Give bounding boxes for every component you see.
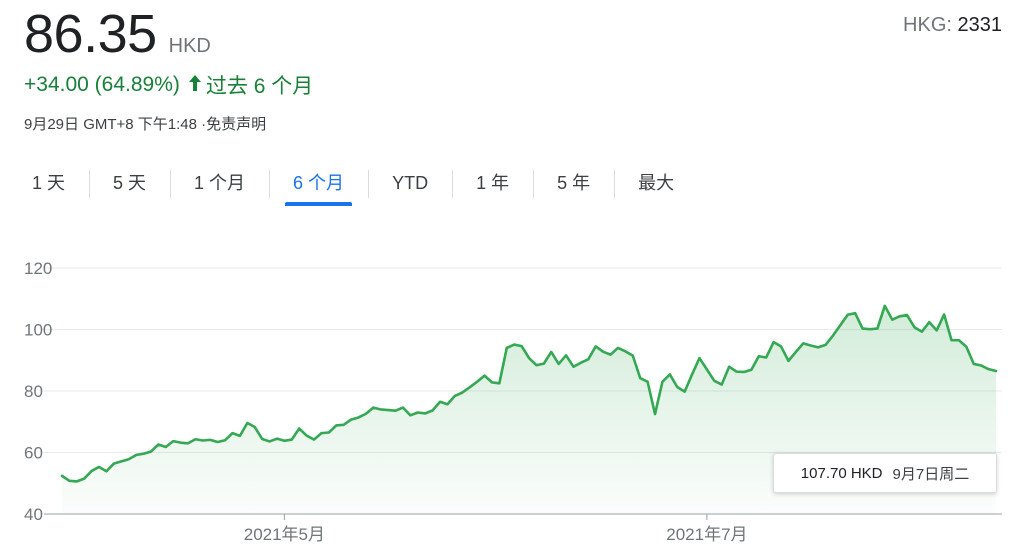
y-tick-label: 100 (24, 321, 52, 340)
x-tick-label: 2021年5月 (244, 525, 325, 544)
y-tick-label: 60 (24, 444, 43, 463)
y-tick-label: 120 (24, 259, 52, 278)
y-tick-label: 80 (24, 382, 43, 401)
chart-tooltip: 107.70 HKD 9月7日周二 (773, 453, 997, 493)
x-tick-label: 2021年7月 (666, 525, 747, 544)
y-tick-label: 40 (24, 505, 43, 524)
tooltip-value: 107.70 HKD (800, 464, 883, 482)
tooltip-date: 9月7日周二 (892, 465, 970, 483)
